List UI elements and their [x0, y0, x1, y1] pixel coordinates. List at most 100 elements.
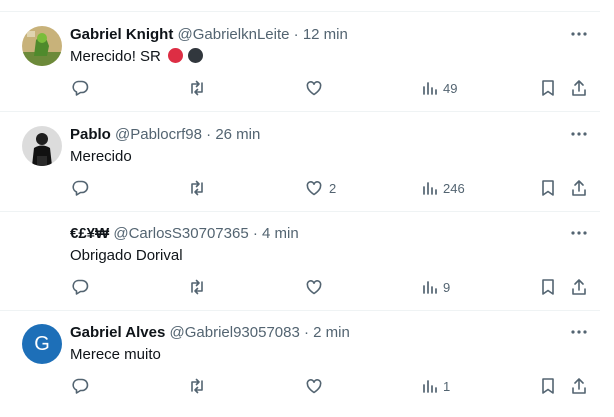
tweet[interactable]: Pablo @Pablocrf98 · 26 min Merecido 2 24…: [0, 112, 600, 212]
bookmark-icon: [542, 279, 554, 295]
separator: ·: [206, 126, 212, 143]
tweet-text-content: Merecido: [70, 148, 132, 165]
like-button[interactable]: [304, 374, 329, 398]
retweet-button[interactable]: [187, 76, 207, 100]
bookmark-button[interactable]: [539, 275, 557, 299]
display-name[interactable]: Gabriel Knight: [70, 26, 173, 43]
reply-icon: [72, 378, 89, 394]
reply-button[interactable]: [70, 374, 90, 398]
share-icon: [572, 180, 586, 196]
views-button[interactable]: 1: [422, 374, 450, 398]
reply-icon: [72, 80, 89, 96]
like-button[interactable]: 2: [304, 176, 336, 200]
retweet-icon: [191, 180, 203, 196]
username[interactable]: @Gabriel93057083: [170, 324, 300, 341]
bookmark-icon: [542, 378, 554, 394]
retweet-icon: [191, 378, 203, 394]
bookmark-button[interactable]: [539, 176, 557, 200]
separator: ·: [293, 26, 299, 43]
avatar-letter: G: [34, 332, 50, 355]
avatar[interactable]: G: [22, 324, 62, 364]
username[interactable]: @GabrielknLeite: [178, 26, 290, 43]
bookmark-icon: [542, 80, 554, 96]
username[interactable]: @CarlosS30707365: [113, 225, 248, 242]
view-count: 1: [443, 378, 451, 394]
display-name[interactable]: €£¥₩: [70, 225, 109, 242]
tweet-header: Gabriel Knight @GabrielknLeite · 12 min: [70, 25, 348, 45]
like-count: 2: [329, 180, 337, 196]
tweet-actions: 9: [0, 275, 600, 299]
tweet[interactable]: Gabriel Knight @GabrielknLeite · 12 min …: [0, 12, 600, 112]
tweet-text: Merece muito: [70, 345, 161, 365]
retweet-icon: [191, 80, 203, 96]
reply-button[interactable]: [70, 76, 90, 100]
retweet-icon: [191, 279, 203, 295]
tweet-text-content: Merecido! SR: [70, 48, 161, 65]
black-circle-emoji-icon: [188, 48, 204, 63]
heart-icon: [306, 181, 322, 196]
more-options-icon[interactable]: [568, 223, 590, 243]
tweet-actions: 1: [0, 374, 600, 398]
view-count: 49: [443, 80, 458, 96]
heart-icon: [306, 280, 322, 295]
tweet-text: Merecido: [70, 147, 132, 167]
tweet-text-content: Merece muito: [70, 346, 161, 363]
display-name[interactable]: Pablo: [70, 126, 111, 143]
tweet-text-content: Obrigado Dorival: [70, 247, 183, 264]
share-icon: [572, 80, 586, 96]
username[interactable]: @Pablocrf98: [115, 126, 202, 143]
analytics-icon: [423, 281, 437, 294]
timestamp[interactable]: 2 min: [313, 324, 350, 341]
more-options-icon[interactable]: [568, 24, 590, 44]
reply-button[interactable]: [70, 176, 90, 200]
analytics-icon: [423, 182, 437, 195]
view-count: 9: [443, 279, 451, 295]
timestamp[interactable]: 12 min: [303, 26, 348, 43]
tweet-text: Obrigado Dorival: [70, 246, 183, 266]
bookmark-button[interactable]: [539, 76, 557, 100]
reply-button[interactable]: [70, 275, 90, 299]
share-button[interactable]: [569, 275, 589, 299]
share-icon: [572, 378, 586, 394]
separator: ·: [304, 324, 309, 341]
tweet-text: Merecido! SR: [70, 47, 204, 67]
tweet[interactable]: €£¥₩ @CarlosS30707365 · 4 min Obrigado D…: [0, 211, 600, 311]
bookmark-icon: [542, 180, 554, 196]
tweet-actions: 49: [0, 76, 600, 100]
share-button[interactable]: [569, 374, 589, 398]
like-button[interactable]: [304, 76, 329, 100]
bookmark-button[interactable]: [539, 374, 557, 398]
analytics-icon: [423, 82, 437, 95]
like-button[interactable]: [304, 275, 329, 299]
views-button[interactable]: 246: [422, 176, 465, 200]
tweet-actions: 2 246: [0, 176, 600, 200]
avatar-image: [22, 26, 62, 66]
timestamp[interactable]: 26 min: [215, 126, 260, 143]
more-options-icon[interactable]: [568, 322, 590, 342]
avatar[interactable]: [22, 225, 62, 265]
timestamp[interactable]: 4 min: [262, 225, 299, 242]
tweet-header: Gabriel Alves @Gabriel93057083 · 2 min: [70, 323, 350, 343]
view-count: 246: [443, 180, 465, 196]
retweet-button[interactable]: [187, 374, 207, 398]
avatar[interactable]: [22, 126, 62, 166]
avatar-image: [22, 126, 62, 166]
heart-icon: [306, 81, 322, 96]
more-options-icon[interactable]: [568, 124, 590, 144]
retweet-button[interactable]: [187, 176, 207, 200]
red-circle-emoji-icon: [168, 48, 184, 63]
display-name[interactable]: Gabriel Alves: [70, 324, 165, 341]
views-button[interactable]: 9: [422, 275, 450, 299]
separator: ·: [252, 225, 258, 242]
analytics-icon: [423, 380, 437, 393]
reply-icon: [72, 180, 89, 196]
tweet-header: Pablo @Pablocrf98 · 26 min: [70, 125, 260, 145]
reply-icon: [72, 279, 89, 295]
tweet[interactable]: G Gabriel Alves @Gabriel93057083 · 2 min…: [0, 310, 600, 409]
tweet-header: €£¥₩ @CarlosS30707365 · 4 min: [70, 224, 299, 244]
share-button[interactable]: [569, 176, 589, 200]
avatar[interactable]: [22, 26, 62, 66]
retweet-button[interactable]: [187, 275, 207, 299]
share-button[interactable]: [569, 76, 589, 100]
views-button[interactable]: 49: [422, 76, 457, 100]
